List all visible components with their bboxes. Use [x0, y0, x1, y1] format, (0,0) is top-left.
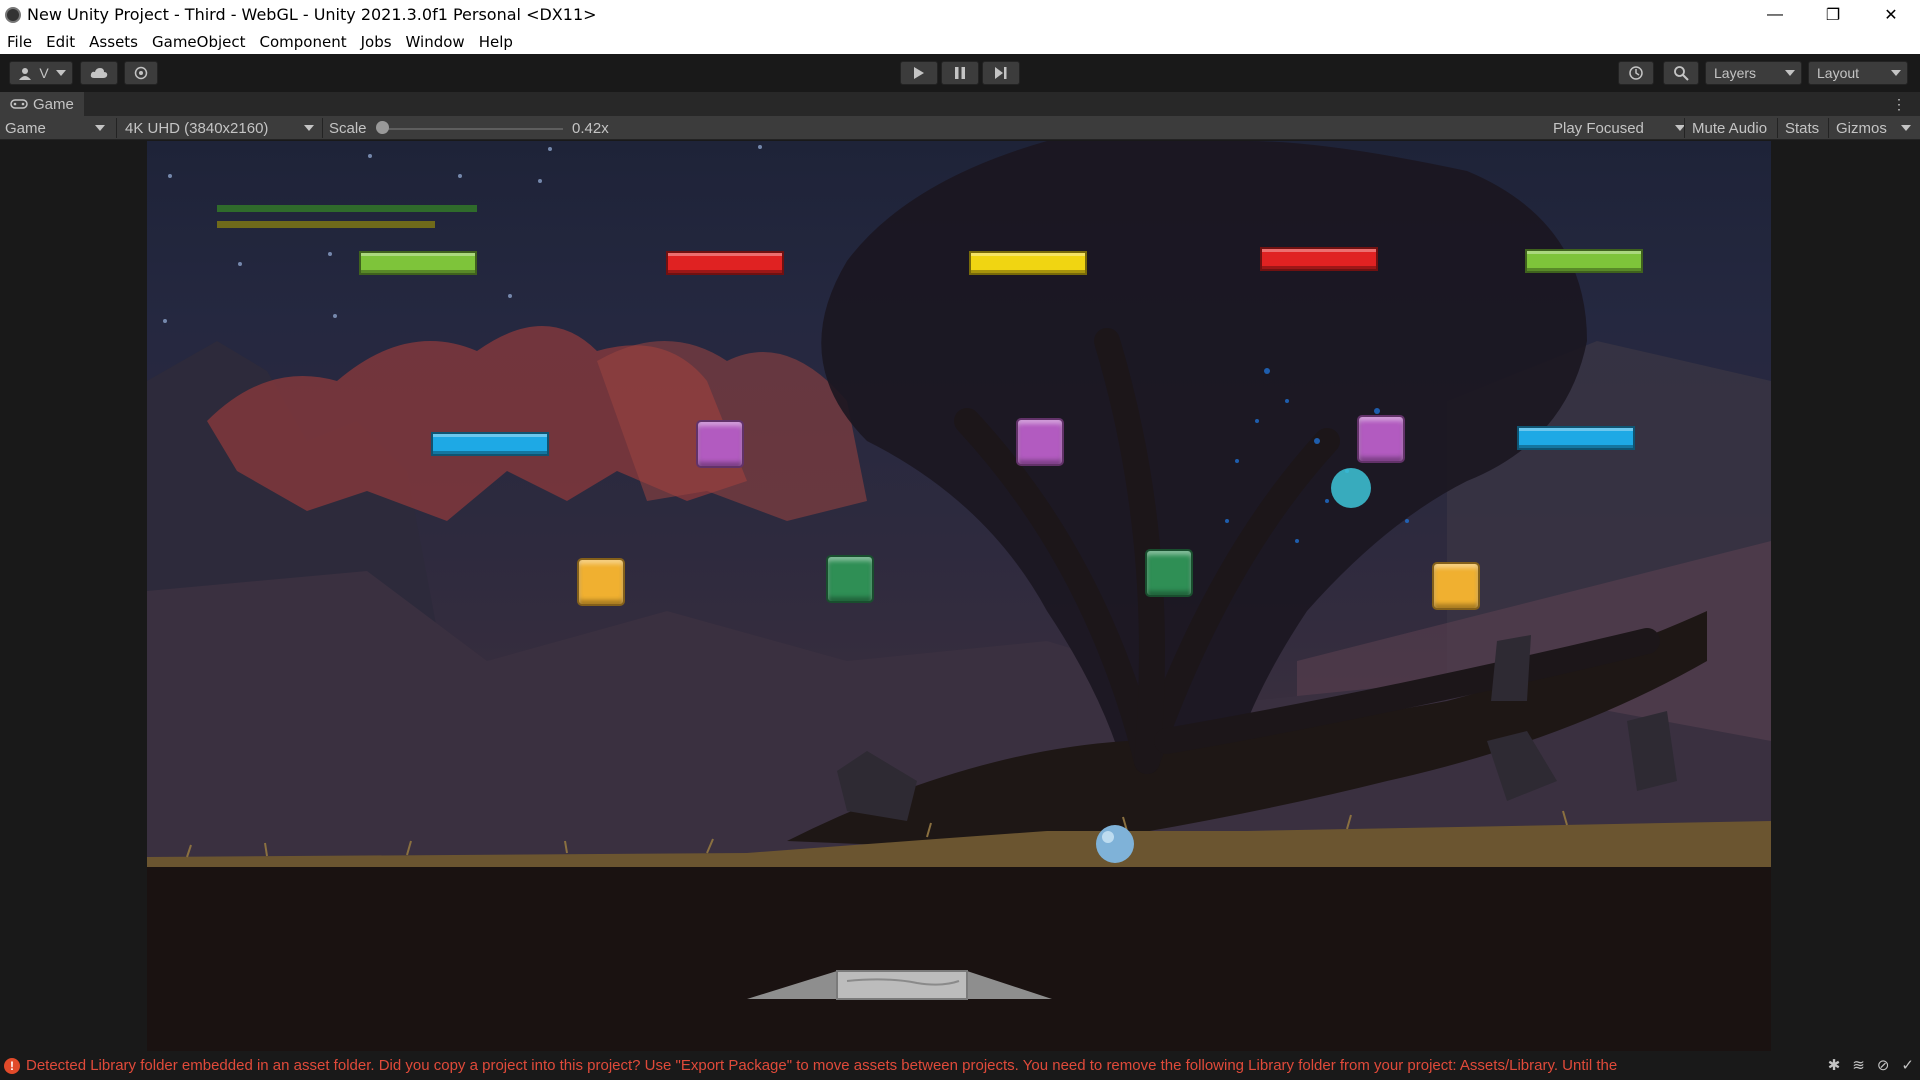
play-mode-label: Play Focused — [1553, 119, 1644, 137]
cache-server-icon[interactable]: ⊘ — [1877, 1056, 1890, 1074]
game-viewport — [0, 141, 1920, 1051]
menu-bar: File Edit Assets GameObject Component Jo… — [0, 29, 1920, 54]
layers-dropdown[interactable]: Layers — [1705, 61, 1802, 85]
debug-icon[interactable]: ✱ — [1828, 1056, 1841, 1074]
block-purple — [696, 420, 744, 468]
error-icon: ! — [4, 1057, 20, 1074]
step-icon — [995, 67, 1007, 79]
scale-value: 0.42x — [572, 119, 609, 137]
collab-button[interactable] — [124, 61, 158, 85]
display-mode-dropdown[interactable]: Game — [5, 116, 109, 140]
history-button[interactable] — [1618, 61, 1654, 85]
brick-green — [1525, 249, 1643, 273]
menu-jobs[interactable]: Jobs — [361, 33, 392, 51]
history-icon — [1629, 66, 1643, 80]
divider — [116, 118, 117, 138]
more-options-icon[interactable]: ⋮ — [1892, 96, 1906, 113]
divider — [1828, 118, 1829, 138]
block-purple — [1357, 415, 1405, 463]
chevron-down-icon — [1785, 70, 1795, 76]
gizmos-dropdown[interactable] — [1901, 116, 1911, 140]
tab-game-label: Game — [33, 95, 74, 113]
background-scene — [147, 141, 1771, 1051]
block-orange — [577, 558, 625, 606]
brick-blue — [431, 432, 549, 456]
account-dropdown[interactable]: V — [9, 61, 73, 85]
menu-edit[interactable]: Edit — [46, 33, 75, 51]
close-button[interactable]: ✕ — [1862, 0, 1920, 29]
window-titlebar: New Unity Project - Third - WebGL - Unit… — [0, 0, 1920, 29]
chevron-down-icon — [304, 125, 314, 131]
play-mode-dropdown[interactable]: Play Focused — [1553, 116, 1685, 140]
brick-red — [666, 251, 784, 275]
mute-audio-toggle[interactable]: Mute Audio — [1692, 116, 1767, 140]
window-title: New Unity Project - Third - WebGL - Unit… — [27, 5, 597, 24]
divider — [322, 118, 323, 138]
brick-green — [359, 251, 477, 275]
brick-red — [1260, 247, 1378, 271]
menu-gameobject[interactable]: GameObject — [152, 33, 246, 51]
console-status-message[interactable]: Detected Library folder embedded in an a… — [26, 1057, 1746, 1074]
block-orange — [1432, 562, 1480, 610]
game-view-toolbar: Game 4K UHD (3840x2160) Scale 0.42x Play… — [0, 116, 1920, 140]
scale-slider-thumb[interactable] — [376, 121, 389, 134]
layers-stack-icon[interactable]: ≋ — [1852, 1056, 1865, 1074]
brick-yellow — [969, 251, 1087, 275]
step-button[interactable] — [982, 61, 1020, 85]
menu-assets[interactable]: Assets — [89, 33, 138, 51]
collab-icon — [134, 66, 148, 80]
chevron-down-icon — [1901, 125, 1911, 131]
menu-file[interactable]: File — [7, 33, 32, 51]
unity-logo-icon — [5, 6, 21, 23]
divider — [1777, 118, 1778, 138]
account-label: V — [39, 65, 49, 81]
chevron-down-icon — [95, 125, 105, 131]
layers-label: Layers — [1714, 65, 1757, 81]
play-button[interactable] — [900, 61, 938, 85]
brick-blue — [1517, 426, 1635, 450]
energy-bar — [217, 221, 435, 228]
menu-help[interactable]: Help — [479, 33, 513, 51]
resolution-dropdown[interactable]: 4K UHD (3840x2160) — [125, 116, 316, 140]
play-icon — [914, 67, 924, 79]
gamepad-icon — [10, 99, 28, 109]
pause-button[interactable] — [941, 61, 979, 85]
gizmos-toggle[interactable]: Gizmos — [1836, 116, 1887, 140]
tab-game[interactable]: Game — [0, 92, 84, 116]
game-canvas[interactable] — [147, 141, 1771, 1051]
cloud-icon — [90, 68, 108, 78]
scale-label: Scale — [329, 119, 367, 137]
divider — [1684, 118, 1685, 138]
progress-check-icon[interactable]: ✓ — [1901, 1056, 1914, 1074]
block-purple — [1016, 418, 1064, 466]
powerup-orb — [1331, 468, 1371, 508]
maximize-button[interactable]: ❐ — [1804, 0, 1862, 29]
block-green — [826, 555, 874, 603]
ball — [1096, 825, 1134, 863]
account-icon — [19, 68, 31, 80]
scale-slider-track[interactable] — [383, 128, 563, 130]
chevron-down-icon — [56, 70, 66, 76]
game-tab-header: Game ⋮ — [0, 92, 1920, 116]
search-icon — [1674, 66, 1689, 81]
main-toolbar: V Layers Layout — [0, 54, 1920, 92]
cloud-button[interactable] — [80, 61, 118, 85]
pause-icon — [955, 67, 965, 79]
layout-label: Layout — [1817, 65, 1860, 81]
block-green — [1145, 549, 1193, 597]
chevron-down-icon — [1891, 70, 1901, 76]
status-bar: ! Detected Library folder embedded in an… — [0, 1051, 1920, 1080]
search-button[interactable] — [1663, 61, 1699, 85]
resolution-label: 4K UHD (3840x2160) — [125, 119, 269, 137]
menu-component[interactable]: Component — [260, 33, 347, 51]
layout-dropdown[interactable]: Layout — [1808, 61, 1908, 85]
menu-window[interactable]: Window — [406, 33, 465, 51]
display-mode-label: Game — [5, 119, 46, 137]
stats-toggle[interactable]: Stats — [1785, 116, 1819, 140]
health-bar — [217, 205, 477, 212]
minimize-button[interactable]: — — [1746, 0, 1804, 29]
